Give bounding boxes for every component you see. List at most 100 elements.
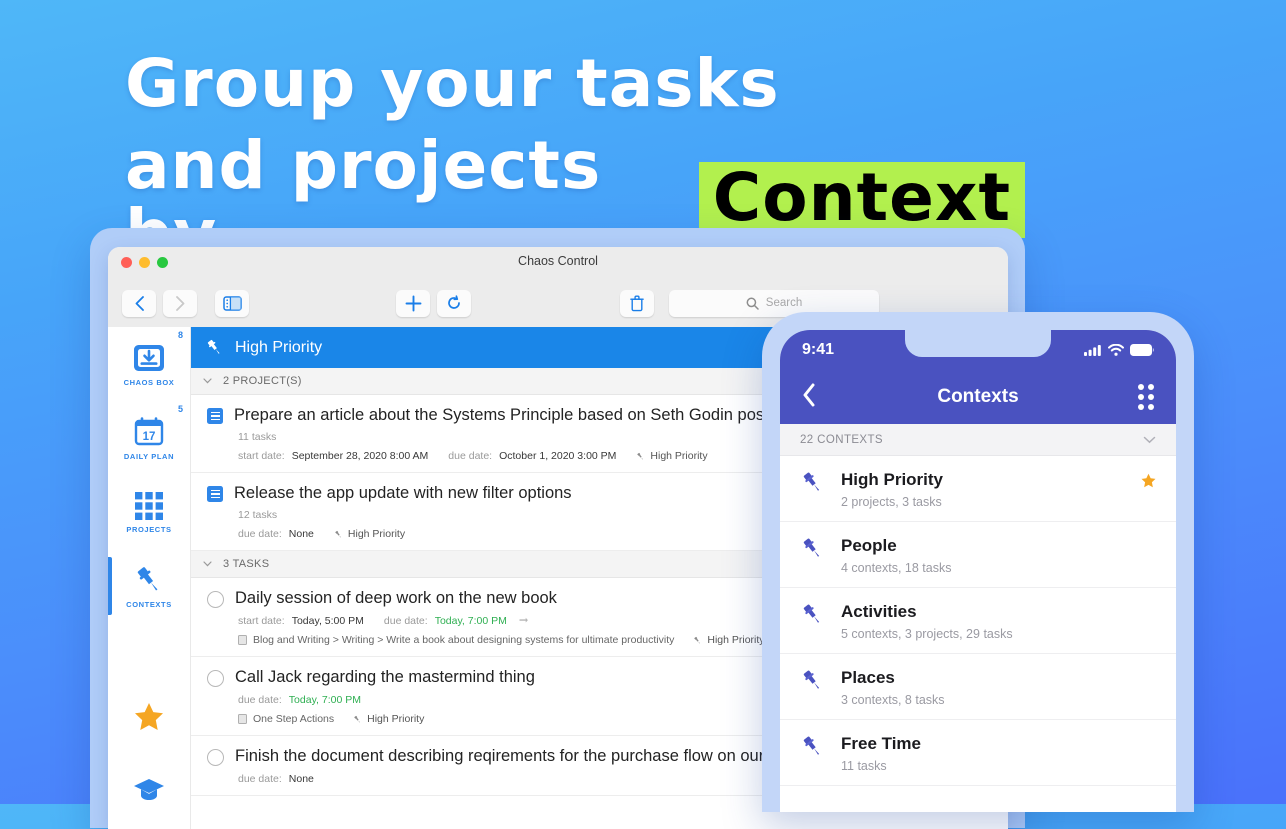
sidebar-toggle-button[interactable] — [215, 289, 249, 317]
phone-screen: 9:41 Contexts 22 CONTEXTS High Priority … — [780, 330, 1176, 812]
context-item-sub: 5 contexts, 3 projects, 29 tasks — [841, 627, 1013, 641]
sidebar-item-label: DAILY PLAN — [123, 451, 175, 461]
context-item-text: Activities 5 contexts, 3 projects, 29 ta… — [841, 602, 1013, 641]
chevron-down-icon — [1143, 436, 1156, 443]
task-title: Call Jack regarding the mastermind thing — [235, 668, 535, 686]
context-list-item[interactable]: High Priority 2 projects, 3 tasks — [780, 456, 1176, 522]
star-icon[interactable] — [1141, 473, 1156, 492]
start-date-label: start date: — [238, 450, 285, 462]
context-item-text: Free Time 11 tasks — [841, 734, 921, 773]
context-list-item[interactable]: Free Time 11 tasks — [780, 720, 1176, 786]
grid-icon — [135, 491, 163, 520]
phone-section-header[interactable]: 22 CONTEXTS — [780, 424, 1176, 456]
calendar-17-icon: 17 — [134, 416, 164, 445]
delete-button[interactable] — [620, 289, 654, 317]
due-date-label: due date: — [238, 528, 282, 540]
context-item-sub: 11 tasks — [841, 759, 887, 773]
add-button[interactable] — [396, 289, 430, 317]
task-checkbox[interactable] — [207, 670, 224, 687]
context-item-name: Places — [841, 668, 895, 687]
due-date-label: due date: — [448, 450, 493, 462]
phone-status-bar: 9:41 — [780, 330, 1176, 370]
window-title: Chaos Control — [518, 254, 598, 268]
due-date-label: due date: — [383, 615, 428, 627]
chaos-box-badge: 8 — [177, 330, 183, 340]
phone-navbar: Contexts — [780, 370, 1176, 424]
context-list-item[interactable]: People 4 contexts, 18 tasks — [780, 522, 1176, 588]
due-date-value: None — [288, 773, 314, 785]
status-indicators — [1084, 344, 1154, 356]
phone-top: 9:41 Contexts — [780, 330, 1176, 424]
sidebar-item-learn[interactable] — [108, 753, 190, 827]
pin-icon — [803, 604, 820, 623]
context-tag: High Priority — [693, 634, 765, 646]
phone-section-label: 22 CONTEXTS — [800, 433, 884, 446]
sidebar-item-contexts[interactable]: CONTEXTS — [108, 549, 190, 623]
sidebar-item-projects[interactable]: PROJECTS — [108, 475, 190, 549]
context-tag-label: High Priority — [347, 528, 406, 540]
sidebar-item-chaos-box[interactable]: 8 CHAOS BOX — [108, 327, 190, 401]
cellular-bars-icon — [1084, 345, 1101, 356]
due-date-value: Today, 7:00 PM — [288, 694, 361, 706]
pin-icon — [694, 636, 701, 643]
headline-line-1: Group your tasks — [125, 45, 780, 122]
context-item-text: Places 3 contexts, 8 tasks — [841, 668, 945, 707]
sidebar-item-daily-plan[interactable]: 5 17 DAILY PLAN — [108, 401, 190, 475]
project-title: Prepare an article about the Systems Pri… — [234, 406, 777, 424]
context-item-name: High Priority — [841, 470, 944, 489]
due-date-value: None — [288, 528, 314, 540]
context-item-sub: 3 contexts, 8 tasks — [841, 693, 945, 707]
context-item-name: Free Time — [841, 734, 922, 753]
context-tag-label: High Priority — [707, 634, 765, 646]
task-title: Finish the document describing reqiremen… — [235, 747, 825, 765]
group-label: 2 PROJECT(S) — [223, 375, 302, 387]
sidebar-item-favorites[interactable] — [108, 679, 190, 753]
pin-icon — [335, 530, 341, 537]
phone-title: Contexts — [937, 386, 1019, 407]
due-date-value: Today, 7:00 PM — [434, 615, 507, 627]
pin-icon — [207, 339, 220, 354]
project-small-icon — [238, 714, 247, 724]
trash-icon — [630, 295, 644, 311]
back-button[interactable] — [122, 289, 156, 317]
forward-button[interactable] — [163, 289, 197, 317]
task-checkbox[interactable] — [207, 591, 224, 608]
context-list-item[interactable]: Places 3 contexts, 8 tasks — [780, 654, 1176, 720]
inbox-download-icon — [134, 344, 164, 371]
sidebar-toggle-icon — [222, 295, 242, 311]
chevron-right-icon — [175, 295, 184, 311]
task-path-label: Blog and Writing > Writing > Write a boo… — [253, 634, 675, 646]
context-tag: High Priority — [353, 713, 424, 725]
sync-button[interactable] — [437, 289, 471, 317]
nav-button-group — [122, 289, 204, 317]
pin-icon — [803, 670, 820, 689]
context-list-item[interactable]: Activities 5 contexts, 3 projects, 29 ta… — [780, 588, 1176, 654]
project-title: Release the app update with new filter o… — [234, 484, 572, 502]
svg-text:17: 17 — [143, 431, 156, 443]
context-tag-label: High Priority — [367, 713, 425, 725]
repeat-icon — [519, 617, 528, 623]
project-icon — [207, 486, 223, 502]
phone-menu-button[interactable] — [1138, 384, 1154, 410]
star-icon — [1141, 473, 1156, 488]
due-date-label: due date: — [238, 773, 282, 785]
pin-icon — [354, 715, 361, 722]
start-date-label: start date: — [238, 615, 285, 627]
pin-icon — [637, 452, 644, 459]
search-placeholder: Search — [765, 297, 803, 309]
plus-icon — [405, 295, 421, 311]
due-date-value: October 1, 2020 3:00 PM — [499, 450, 617, 462]
pin-icon — [803, 736, 820, 755]
battery-full-icon — [1130, 344, 1154, 356]
context-tag: High Priority — [636, 450, 708, 462]
context-item-name: Activities — [841, 602, 917, 621]
grid-dots-icon — [1138, 384, 1144, 390]
context-item-name: People — [841, 536, 897, 555]
sidebar-item-label: CONTEXTS — [126, 599, 172, 609]
phone-mockup-frame: 9:41 Contexts 22 CONTEXTS High Priority … — [762, 312, 1194, 812]
task-checkbox[interactable] — [207, 749, 224, 766]
sidebar-item-label: PROJECTS — [126, 524, 172, 534]
context-item-sub: 4 contexts, 18 tasks — [841, 561, 952, 575]
due-date-label: due date: — [238, 694, 282, 706]
start-date-value: September 28, 2020 8:00 AM — [291, 450, 429, 462]
